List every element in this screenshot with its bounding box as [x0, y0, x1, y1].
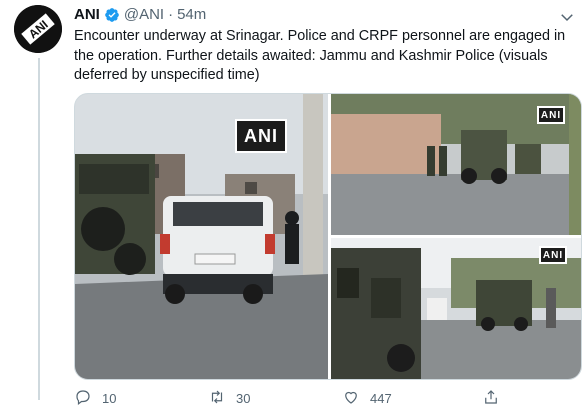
retweet-count: 30 [236, 391, 251, 406]
like-count: 447 [370, 391, 392, 406]
reply-button[interactable]: 10 [74, 388, 116, 409]
share-button[interactable] [482, 388, 500, 409]
ani-watermark: ANI [539, 246, 567, 264]
reply-count: 10 [102, 391, 117, 406]
tweet[interactable]: ANI ANI @ANI · 54m Encounter underway at… [0, 0, 586, 406]
reply-icon [74, 388, 92, 409]
author-name[interactable]: ANI [74, 6, 100, 23]
media-grid[interactable]: ANI ANI ANI [74, 93, 582, 380]
ani-watermark: ANI [537, 106, 565, 124]
tweet-text: Encounter underway at Srinagar. Police a… [74, 28, 566, 83]
share-icon [482, 388, 500, 409]
retweet-icon [208, 388, 226, 409]
ani-logo: ANI [14, 5, 62, 53]
ani-watermark: ANI [235, 119, 287, 153]
thread-line [38, 58, 40, 400]
encounter-photo-3[interactable]: ANI [331, 238, 581, 379]
separator-dot: · [168, 6, 174, 23]
chevron-down-icon[interactable] [558, 8, 576, 26]
tweet-timestamp[interactable]: 54m [177, 6, 206, 23]
author-handle[interactable]: @ANI [124, 6, 164, 23]
retweet-button[interactable]: 30 [208, 388, 250, 409]
encounter-photo-2[interactable]: ANI [331, 94, 581, 235]
tweet-header: ANI @ANI · 54m [74, 6, 206, 23]
verified-badge-icon [104, 7, 120, 23]
avatar[interactable]: ANI [14, 5, 62, 53]
like-button[interactable]: 447 [342, 388, 392, 409]
like-icon [342, 388, 360, 409]
encounter-photo-1[interactable]: ANI [75, 94, 328, 379]
